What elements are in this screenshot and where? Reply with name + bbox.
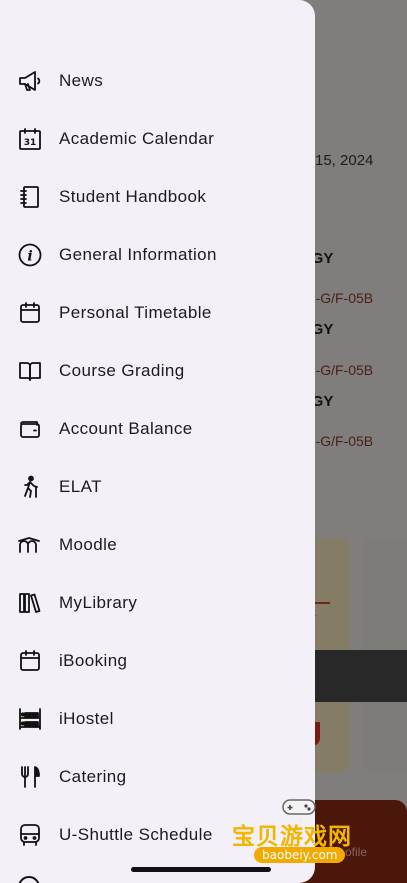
- drawer-item-account-balance[interactable]: Account Balance: [0, 400, 315, 458]
- home-indicator[interactable]: [131, 867, 271, 872]
- drawer-item-label: iHostel: [59, 709, 114, 728]
- drawer-item-label: Academic Calendar: [59, 129, 215, 148]
- watermark-cn-text: 宝贝游戏网: [232, 824, 352, 850]
- drawer-item-label: Student Handbook: [59, 187, 207, 206]
- navigation-drawer: News 31 Academic Calendar Student Handbo…: [0, 0, 315, 883]
- calendar-icon: [15, 298, 45, 328]
- moodle-icon: [15, 530, 45, 560]
- wallet-icon: [15, 414, 45, 444]
- hiker-icon: [15, 472, 45, 502]
- drawer-item-label: ELAT: [59, 477, 102, 496]
- drawer-item-label: Course Grading: [59, 361, 185, 380]
- drawer-item-academic-calendar[interactable]: 31 Academic Calendar: [0, 110, 315, 168]
- open-book-icon: [15, 356, 45, 386]
- drawer-item-label: Moodle: [59, 535, 118, 554]
- drawer-item-label: Account Balance: [59, 419, 193, 438]
- drawer-item-label: News: [59, 71, 104, 90]
- drawer-item-label: Personal Timetable: [59, 303, 212, 322]
- drawer-item-mylibrary[interactable]: MyLibrary: [0, 574, 315, 632]
- megaphone-icon: [15, 66, 45, 96]
- calendar-31-icon: 31: [15, 124, 45, 154]
- notebook-icon: [15, 182, 45, 212]
- drawer-item-personal-timetable[interactable]: Personal Timetable: [0, 284, 315, 342]
- drawer-item-moodle[interactable]: Moodle: [0, 516, 315, 574]
- svg-text:i: i: [27, 249, 32, 265]
- watermark-en-text: baobeiy.com: [254, 847, 346, 863]
- drawer-item-ibooking[interactable]: iBooking: [0, 632, 315, 690]
- info-icon: i: [15, 240, 45, 270]
- drawer-item-elat[interactable]: ELAT: [0, 458, 315, 516]
- gamepad-icon: [282, 799, 316, 815]
- drawer-item-news[interactable]: News: [0, 52, 315, 110]
- booking-calendar-icon: [15, 646, 45, 676]
- bunk-bed-icon: [15, 704, 45, 734]
- library-icon: [15, 588, 45, 618]
- cutlery-icon: [15, 762, 45, 792]
- drawer-item-student-handbook[interactable]: Student Handbook: [0, 168, 315, 226]
- drawer-item-label: U-Shuttle Schedule: [59, 825, 213, 844]
- drawer-item-label: General Information: [59, 245, 217, 264]
- partial-icon: [18, 876, 40, 883]
- drawer-item-label: MyLibrary: [59, 593, 138, 612]
- drawer-item-course-grading[interactable]: Course Grading: [0, 342, 315, 400]
- drawer-item-general-information[interactable]: i General Information: [0, 226, 315, 284]
- drawer-item-ihostel[interactable]: iHostel: [0, 690, 315, 748]
- bus-icon: [15, 820, 45, 850]
- watermark: 宝贝游戏网 baobeiy.com: [232, 795, 382, 875]
- drawer-item-label: Catering: [59, 767, 127, 786]
- svg-text:31: 31: [24, 138, 37, 148]
- drawer-item-label: iBooking: [59, 651, 128, 670]
